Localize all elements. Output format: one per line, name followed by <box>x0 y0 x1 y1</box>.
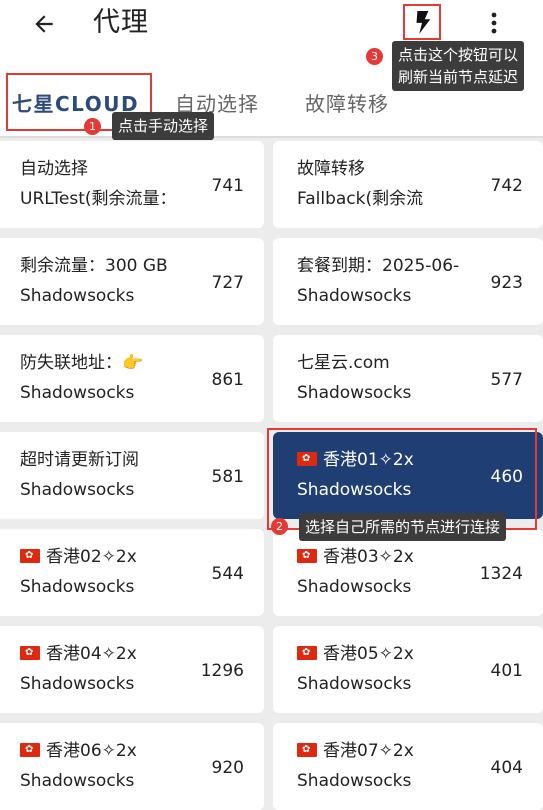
proxy-name: 故障转移 <box>297 157 365 181</box>
proxy-name-text: 自动选择 <box>20 159 88 179</box>
proxy-name: 香港04✧2x <box>20 642 137 666</box>
arrow-left-icon <box>35 15 53 33</box>
annotation-tooltip-3-line1: 点击这个按钮可以 <box>398 46 519 64</box>
tab-divider <box>0 136 543 138</box>
more-options-button[interactable] <box>482 8 506 38</box>
annotation-tooltip-3: 点击这个按钮可以 刷新当前节点延迟 <box>392 41 525 91</box>
annotation-badge-2: 2 <box>271 518 288 535</box>
proxy-name-text: 套餐到期：2025-06- <box>297 256 460 276</box>
annotation-badge-1: 1 <box>84 118 101 135</box>
more-vertical-icon <box>491 12 497 34</box>
proxy-name: 七星云.com <box>297 351 390 375</box>
proxy-delay: 581 <box>211 467 244 487</box>
tab-fallback[interactable]: 故障转移 <box>305 88 389 117</box>
proxy-type: Shadowsocks <box>297 286 412 306</box>
proxy-type: Shadowsocks <box>20 286 135 306</box>
proxy-type: Shadowsocks <box>20 480 135 500</box>
proxy-name-text: 剩余流量：300 GB <box>20 256 168 276</box>
proxy-name: 香港06✧2x <box>20 739 137 763</box>
proxy-type: Shadowsocks <box>297 674 412 694</box>
proxy-card[interactable]: 剩余流量：300 GB Shadowsocks 727 <box>0 238 264 325</box>
proxy-type: Shadowsocks <box>20 674 135 694</box>
proxy-name: 剩余流量：300 GB <box>20 254 168 278</box>
annotation-tooltip-1: 点击手动选择 <box>112 112 215 140</box>
proxy-name-text: 七星云.com <box>297 353 390 373</box>
proxy-name: 超时请更新订阅 <box>20 448 139 472</box>
proxy-name-text: 香港03✧2x <box>323 547 414 567</box>
proxy-card[interactable]: 香港02✧2x Shadowsocks 544 <box>0 529 264 616</box>
proxy-type: Shadowsocks <box>20 383 135 403</box>
annotation-badge-3: 3 <box>366 48 383 65</box>
hong-kong-flag-icon <box>20 743 40 757</box>
proxy-name-text: 超时请更新订阅 <box>20 450 139 470</box>
refresh-delay-button[interactable] <box>403 4 441 40</box>
proxy-type: Fallback(剩余流 <box>297 189 424 209</box>
proxy-type: Shadowsocks <box>297 771 412 791</box>
proxy-name-text: 故障转移 <box>297 159 365 179</box>
proxy-name: 防失联地址：👉 <box>20 351 143 375</box>
back-button[interactable] <box>28 8 60 40</box>
proxy-name: 香港02✧2x <box>20 545 137 569</box>
proxy-delay: 861 <box>211 370 244 390</box>
proxy-delay: 1296 <box>200 661 244 681</box>
proxy-type: URLTest(剩余流量： <box>20 189 177 209</box>
proxy-name-text: 香港04✧2x <box>46 644 137 664</box>
proxy-delay: 742 <box>490 176 523 196</box>
proxy-card[interactable]: 防失联地址：👉 Shadowsocks 861 <box>0 335 264 422</box>
proxy-delay: 577 <box>490 370 523 390</box>
proxy-name: 自动选择 <box>20 157 88 181</box>
proxy-name-text: 香港02✧2x <box>46 547 137 567</box>
proxy-name: 香港05✧2x <box>297 642 414 666</box>
lightning-bolt-icon <box>416 11 431 34</box>
proxy-card[interactable]: 香港04✧2x Shadowsocks 1296 <box>0 626 264 713</box>
proxy-name-text: 防失联地址：👉 <box>20 353 144 373</box>
proxy-delay: 404 <box>490 758 523 778</box>
hong-kong-flag-icon <box>297 743 317 757</box>
proxy-name-text: 香港07✧2x <box>323 741 414 761</box>
hong-kong-flag-icon <box>297 646 317 660</box>
proxy-card[interactable]: 故障转移 Fallback(剩余流 742 <box>273 141 543 228</box>
proxy-delay: 544 <box>211 564 244 584</box>
proxy-card[interactable]: 香港05✧2x Shadowsocks 401 <box>273 626 543 713</box>
hong-kong-flag-icon <box>20 549 40 563</box>
proxy-type: Shadowsocks <box>297 383 412 403</box>
proxy-delay: 727 <box>211 273 244 293</box>
proxy-name-text: 香港06✧2x <box>46 741 137 761</box>
page-title: 代理 <box>93 7 149 38</box>
proxy-delay: 920 <box>211 758 244 778</box>
proxy-card[interactable]: 七星云.com Shadowsocks 577 <box>273 335 543 422</box>
proxy-card[interactable]: 自动选择 URLTest(剩余流量： 741 <box>0 141 264 228</box>
proxy-delay: 923 <box>490 273 523 293</box>
hong-kong-flag-icon <box>297 549 317 563</box>
proxy-delay: 1324 <box>479 564 523 584</box>
proxy-card[interactable]: 超时请更新订阅 Shadowsocks 581 <box>0 432 264 519</box>
hong-kong-flag-icon <box>20 646 40 660</box>
proxy-delay: 741 <box>211 176 244 196</box>
proxy-type: Shadowsocks <box>20 577 135 597</box>
annotation-tooltip-3-line2: 刷新当前节点延迟 <box>398 68 519 86</box>
proxy-name: 香港03✧2x <box>297 545 414 569</box>
proxy-card[interactable]: 香港03✧2x Shadowsocks 1324 <box>273 529 543 616</box>
proxy-name-text: 香港05✧2x <box>323 644 414 664</box>
annotation-tooltip-2: 选择自己所需的节点进行连接 <box>299 513 507 541</box>
proxy-delay: 401 <box>490 661 523 681</box>
proxy-name: 套餐到期：2025-06- <box>297 254 459 278</box>
proxy-card[interactable]: 香港07✧2x Shadowsocks 404 <box>273 723 543 810</box>
proxy-type: Shadowsocks <box>297 577 412 597</box>
proxy-type: Shadowsocks <box>20 771 135 791</box>
proxy-card[interactable]: 套餐到期：2025-06- Shadowsocks 923 <box>273 238 543 325</box>
proxy-name: 香港07✧2x <box>297 739 414 763</box>
proxy-card[interactable]: 香港06✧2x Shadowsocks 920 <box>0 723 264 810</box>
